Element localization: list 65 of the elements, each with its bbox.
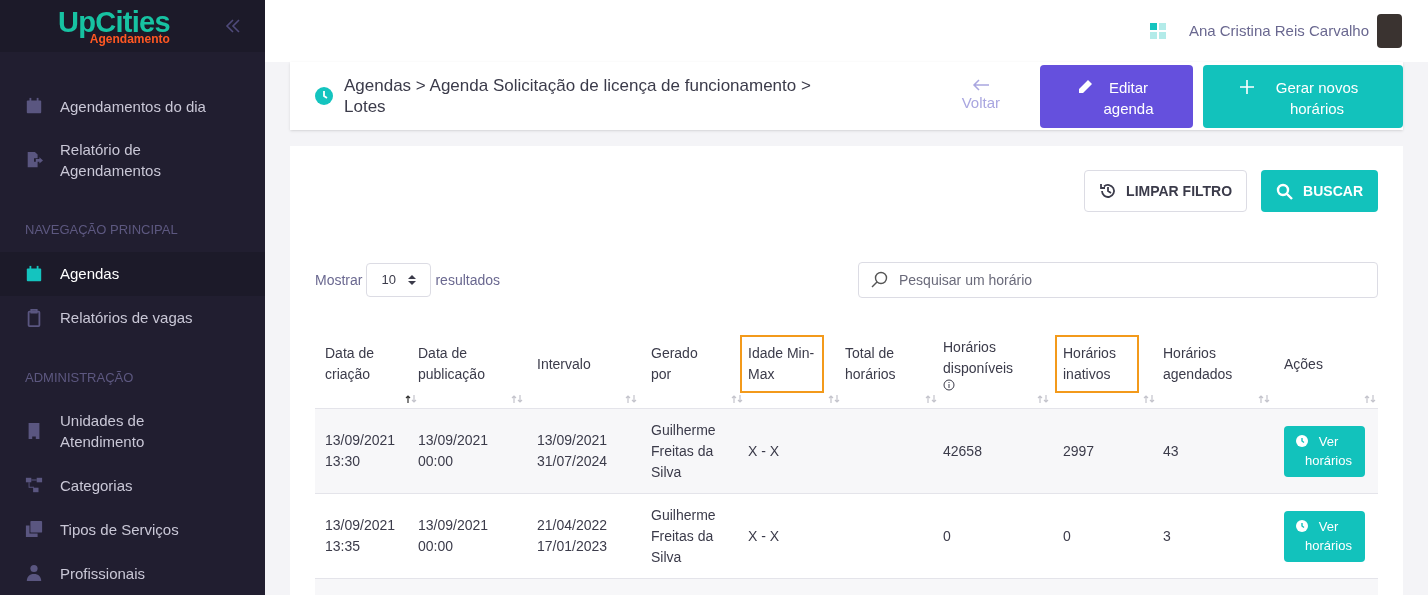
table-cell-text: 13/09/2021 00:00 xyxy=(418,431,490,471)
table-cell-text: 2997 xyxy=(1063,441,1096,461)
table-cell-text: Guilherme Freitas da Silva xyxy=(651,420,717,482)
table-search-field[interactable]: Pesquisar um horário xyxy=(858,262,1378,298)
search-icon xyxy=(871,271,888,288)
sidebar-item[interactable]: Profissionais xyxy=(0,551,265,595)
table-cell-text: 13/09/2021 00:00 xyxy=(418,516,490,556)
column-header[interactable]: Ações xyxy=(1276,345,1360,383)
pencil-icon xyxy=(1076,78,1093,95)
user-icon xyxy=(25,564,43,582)
table-cell-text: 0 xyxy=(1063,526,1072,546)
arrow-left-icon xyxy=(971,77,990,92)
sidebar-item[interactable]: Agendamentos do dia xyxy=(0,84,265,128)
clock-icon xyxy=(1295,434,1308,447)
sort-icon[interactable] xyxy=(405,394,417,404)
calendar-icon xyxy=(25,97,43,115)
sidebar-item[interactable]: Categorias xyxy=(0,463,265,507)
sidebar-item[interactable]: Relatórios de vagas xyxy=(0,295,265,340)
table-cell-text: X - X xyxy=(748,526,781,546)
table-cell-text: 3 xyxy=(1163,526,1172,546)
sitemap-icon xyxy=(25,476,43,494)
clear-filter-button[interactable]: LIMPAR FILTRO xyxy=(1084,170,1248,212)
table-cell-text: Guilherme Freitas da Silva xyxy=(651,505,717,567)
breadcrumb: Agendas > Agenda Solicitação de licença de funcionamento > Lotes xyxy=(344,75,812,117)
table-cell-text: 42658 xyxy=(943,441,983,461)
column-header[interactable]: Gerado por xyxy=(643,335,727,393)
page-size-select[interactable]: 10 xyxy=(366,263,432,297)
calendar-icon xyxy=(25,264,43,283)
sidebar-item[interactable]: Tipos de Serviços xyxy=(0,507,265,551)
sidebar-item[interactable]: Unidades de Atendimento xyxy=(0,399,265,463)
clipboard-icon xyxy=(25,308,43,327)
clock-icon xyxy=(1295,519,1308,532)
edit-button[interactable]: Editar agenda xyxy=(1040,64,1193,128)
column-header[interactable]: Data de publicação xyxy=(410,335,494,393)
column-header[interactable]: Intervalo xyxy=(529,345,613,383)
clone-icon xyxy=(25,520,43,538)
history-icon xyxy=(1099,182,1118,200)
table-cell-text: 13/09/2021 31/07/2024 xyxy=(537,431,609,471)
sidebar-item[interactable]: Agendas xyxy=(0,251,265,296)
column-header[interactable]: Data de criação xyxy=(317,335,401,393)
collapse-icon[interactable] xyxy=(225,18,241,34)
avatar-placeholder[interactable] xyxy=(1377,14,1402,48)
plus-icon xyxy=(1239,78,1255,95)
user-name[interactable]: Ana Cristina Reis Carvalho xyxy=(1188,19,1369,43)
apps-icon[interactable] xyxy=(1149,22,1167,40)
sidebar-section-heading: ADMINISTRAÇÃO xyxy=(24,368,135,387)
clock-icon xyxy=(315,87,333,105)
show-label: Mostrar xyxy=(315,270,363,290)
column-header[interactable]: Total de horários xyxy=(837,335,921,393)
table-cell-text: 43 xyxy=(1163,441,1180,461)
file-export-icon xyxy=(25,151,43,169)
search-icon xyxy=(1276,182,1294,200)
table-cell-text: 13/09/2021 13:35 xyxy=(325,516,397,556)
sidebar-section-heading: NAVEGAÇÃO PRINCIPAL xyxy=(24,221,179,239)
results-label: resultados xyxy=(435,270,501,290)
table-cell-text: 21/04/2022 17/01/2023 xyxy=(537,516,609,556)
column-header[interactable]: Horários inativos xyxy=(1055,335,1139,393)
column-header[interactable]: Horários disponíveis xyxy=(935,329,1019,399)
sidebar-item[interactable]: Relatório de Agendamentos xyxy=(0,128,265,192)
table-cell-text: 13/09/2021 13:30 xyxy=(325,431,397,471)
column-header[interactable]: Horários agendados xyxy=(1155,335,1239,393)
table-cell-text: X - X xyxy=(748,441,781,461)
select-caret-icon xyxy=(408,274,417,286)
column-header[interactable]: Idade Min-Max xyxy=(740,335,824,393)
table-cell-text: 0 xyxy=(943,526,952,546)
